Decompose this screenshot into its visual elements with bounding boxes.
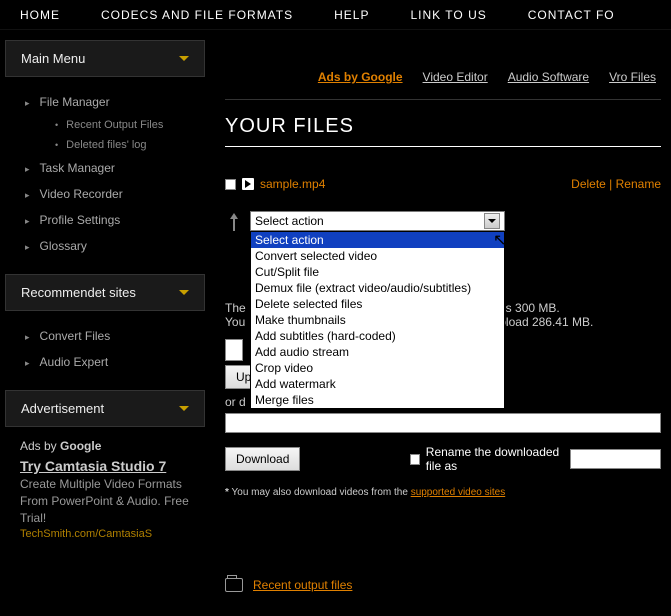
option-delete[interactable]: Delete selected files bbox=[251, 296, 504, 312]
option-crop[interactable]: Crop video bbox=[251, 360, 504, 376]
nav-home[interactable]: HOME bbox=[0, 0, 81, 29]
nav-help[interactable]: HELP bbox=[314, 0, 390, 29]
supported-sites-link[interactable]: supported video sites bbox=[411, 487, 506, 498]
sidebar-item-profile-settings[interactable]: Profile Settings bbox=[25, 207, 205, 233]
ad-headline-link[interactable]: Try Camtasia Studio 7 bbox=[5, 458, 205, 474]
action-select[interactable]: Select action bbox=[250, 211, 505, 231]
rename-input[interactable] bbox=[570, 449, 661, 469]
advertisement-title: Advertisement bbox=[21, 401, 104, 416]
adlink-video-editor[interactable]: Video Editor bbox=[423, 70, 488, 84]
chevron-down-icon bbox=[179, 290, 189, 295]
action-dropdown: Select action Convert selected video Cut… bbox=[250, 231, 505, 409]
option-select-action[interactable]: Select action bbox=[251, 232, 504, 248]
recent-output-row: Recent output files bbox=[225, 578, 661, 592]
option-cut-split[interactable]: Cut/Split file bbox=[251, 264, 504, 280]
rec-sites-header[interactable]: Recommendet sites bbox=[5, 274, 205, 311]
sidebar-item-audio-expert[interactable]: Audio Expert bbox=[25, 349, 205, 375]
sidebar-item-glossary[interactable]: Glossary bbox=[25, 233, 205, 259]
recent-output-link[interactable]: Recent output files bbox=[253, 578, 352, 592]
rename-link[interactable]: Rename bbox=[616, 177, 661, 191]
ads-by-google-label: Ads by Google bbox=[5, 439, 205, 458]
option-demux[interactable]: Demux file (extract video/audio/subtitle… bbox=[251, 280, 504, 296]
option-convert[interactable]: Convert selected video bbox=[251, 248, 504, 264]
advertisement-header[interactable]: Advertisement bbox=[5, 390, 205, 427]
sidebar-sub-recent-output[interactable]: Recent Output Files bbox=[55, 115, 205, 135]
rename-checkbox[interactable] bbox=[410, 454, 419, 465]
delete-link[interactable]: Delete bbox=[571, 177, 606, 191]
file-input[interactable] bbox=[225, 339, 243, 361]
sidebar-item-task-manager[interactable]: Task Manager bbox=[25, 155, 205, 181]
file-row: sample.mp4 Delete | Rename bbox=[225, 177, 661, 191]
page-title: YOUR FILES bbox=[225, 115, 661, 147]
folder-icon bbox=[225, 578, 243, 592]
main-menu-header[interactable]: Main Menu bbox=[5, 40, 205, 77]
file-checkbox[interactable] bbox=[225, 179, 236, 190]
url-input[interactable] bbox=[225, 413, 661, 433]
rec-sites-title: Recommendet sites bbox=[21, 285, 136, 300]
dropdown-button-icon[interactable] bbox=[484, 213, 500, 229]
rec-sites-list: Convert Files Audio Expert bbox=[5, 323, 205, 390]
sidebar: Main Menu File Manager Recent Output Fil… bbox=[0, 30, 210, 602]
file-actions: Delete | Rename bbox=[571, 177, 661, 191]
action-select-wrap: Select action Select action Convert sele… bbox=[250, 211, 661, 231]
play-icon[interactable] bbox=[242, 178, 254, 190]
ad-links-row: Ads by Google Video Editor Audio Softwar… bbox=[225, 40, 661, 100]
main-menu-title: Main Menu bbox=[21, 51, 85, 66]
option-audio-stream[interactable]: Add audio stream bbox=[251, 344, 504, 360]
sidebar-sub-deleted-log[interactable]: Deleted files' log bbox=[55, 135, 205, 155]
select-current-value: Select action bbox=[255, 214, 324, 228]
sidebar-item-video-recorder[interactable]: Video Recorder bbox=[25, 181, 205, 207]
nav-contact[interactable]: CONTACT FO bbox=[508, 0, 636, 29]
sidebar-item-convert-files[interactable]: Convert Files bbox=[25, 323, 205, 349]
main-menu-list: File Manager Recent Output Files Deleted… bbox=[5, 89, 205, 274]
ads-by-google-link[interactable]: Ads by Google bbox=[318, 70, 403, 84]
file-name[interactable]: sample.mp4 bbox=[260, 177, 325, 191]
download-button[interactable]: Download bbox=[225, 447, 300, 471]
chevron-down-icon bbox=[179, 406, 189, 411]
option-watermark[interactable]: Add watermark bbox=[251, 376, 504, 392]
footnote: * You may also download videos from the … bbox=[225, 487, 661, 498]
download-row: Download Rename the downloaded file as bbox=[225, 445, 661, 473]
adlink-vro-files[interactable]: Vro Files bbox=[609, 70, 656, 84]
main-content: Ads by Google Video Editor Audio Softwar… bbox=[210, 30, 671, 602]
arrow-up-icon bbox=[230, 211, 240, 231]
top-nav: HOME CODECS AND FILE FORMATS HELP LINK T… bbox=[0, 0, 671, 30]
nav-codecs[interactable]: CODECS AND FILE FORMATS bbox=[81, 0, 314, 29]
option-thumbnails[interactable]: Make thumbnails bbox=[251, 312, 504, 328]
ad-url[interactable]: TechSmith.com/CamtasiaS bbox=[5, 528, 205, 540]
chevron-down-icon bbox=[179, 56, 189, 61]
option-subtitles[interactable]: Add subtitles (hard-coded) bbox=[251, 328, 504, 344]
sidebar-item-file-manager[interactable]: File Manager bbox=[25, 89, 205, 115]
nav-link-to-us[interactable]: LINK TO US bbox=[391, 0, 508, 29]
ad-body-text: Create Multiple Video Formats From Power… bbox=[5, 474, 205, 528]
rename-check-label: Rename the downloaded file as bbox=[426, 445, 564, 473]
adlink-audio-software[interactable]: Audio Software bbox=[508, 70, 589, 84]
option-merge[interactable]: Merge files bbox=[251, 392, 504, 408]
